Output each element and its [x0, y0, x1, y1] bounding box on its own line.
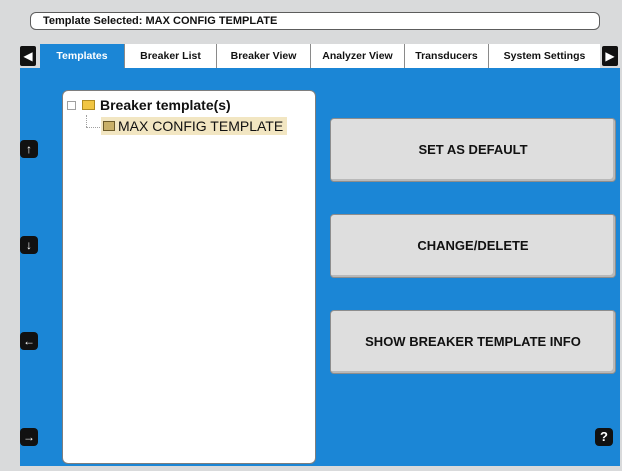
change-delete-button[interactable]: CHANGE/DELETE	[330, 214, 616, 278]
triangle-left-icon: ◀	[23, 49, 33, 63]
tab-scroll-right-button[interactable]: ▶	[602, 46, 618, 66]
arrow-left-button[interactable]: ←	[20, 332, 38, 350]
template-file-icon	[103, 121, 115, 132]
tab-strip: ◀ Templates Breaker List Breaker View An…	[20, 44, 620, 68]
triangle-right-icon: ▶	[605, 49, 615, 63]
tree-connector-line	[86, 127, 100, 129]
tab-breaker-list[interactable]: Breaker List	[124, 44, 216, 68]
tree-item-selected-template[interactable]: MAX CONFIG TEMPLATE	[101, 117, 288, 135]
template-tree[interactable]: Breaker template(s) MAX CONFIG TEMPLATE	[62, 90, 316, 464]
tab-templates[interactable]: Templates	[40, 44, 124, 68]
app-frame: Template Selected: MAX CONFIG TEMPLATE ◀…	[0, 0, 622, 471]
arrow-right-button[interactable]: →	[20, 428, 38, 446]
arrow-up-button[interactable]: ↑	[20, 140, 38, 158]
folder-icon	[82, 100, 95, 111]
arrow-down-icon: ↓	[26, 238, 32, 252]
set-as-default-button[interactable]: SET AS DEFAULT	[330, 118, 616, 182]
tree-child-label: MAX CONFIG TEMPLATE	[118, 118, 284, 134]
help-button[interactable]: ?	[595, 428, 613, 446]
show-breaker-template-info-button[interactable]: SHOW BREAKER TEMPLATE INFO	[330, 310, 616, 374]
tree-expander-icon[interactable]	[67, 100, 76, 110]
arrow-right-icon: →	[23, 430, 35, 444]
tree-root-label: Breaker template(s)	[100, 97, 231, 113]
tab-system-settings[interactable]: System Settings	[488, 44, 600, 68]
template-selected-title: Template Selected: MAX CONFIG TEMPLATE	[30, 12, 600, 30]
arrow-down-button[interactable]: ↓	[20, 236, 38, 254]
tab-transducers[interactable]: Transducers	[404, 44, 488, 68]
tree-root-item[interactable]: Breaker template(s)	[67, 97, 231, 113]
tab-analyzer-view[interactable]: Analyzer View	[310, 44, 404, 68]
tab-scroll-left-button[interactable]: ◀	[20, 46, 36, 66]
tab-breaker-view[interactable]: Breaker View	[216, 44, 310, 68]
question-mark-icon: ?	[600, 429, 608, 444]
templates-panel: Breaker template(s) MAX CONFIG TEMPLATE …	[20, 68, 620, 466]
arrow-left-icon: ←	[23, 334, 35, 348]
arrow-up-icon: ↑	[26, 142, 32, 156]
tree-connector-line	[86, 115, 88, 127]
